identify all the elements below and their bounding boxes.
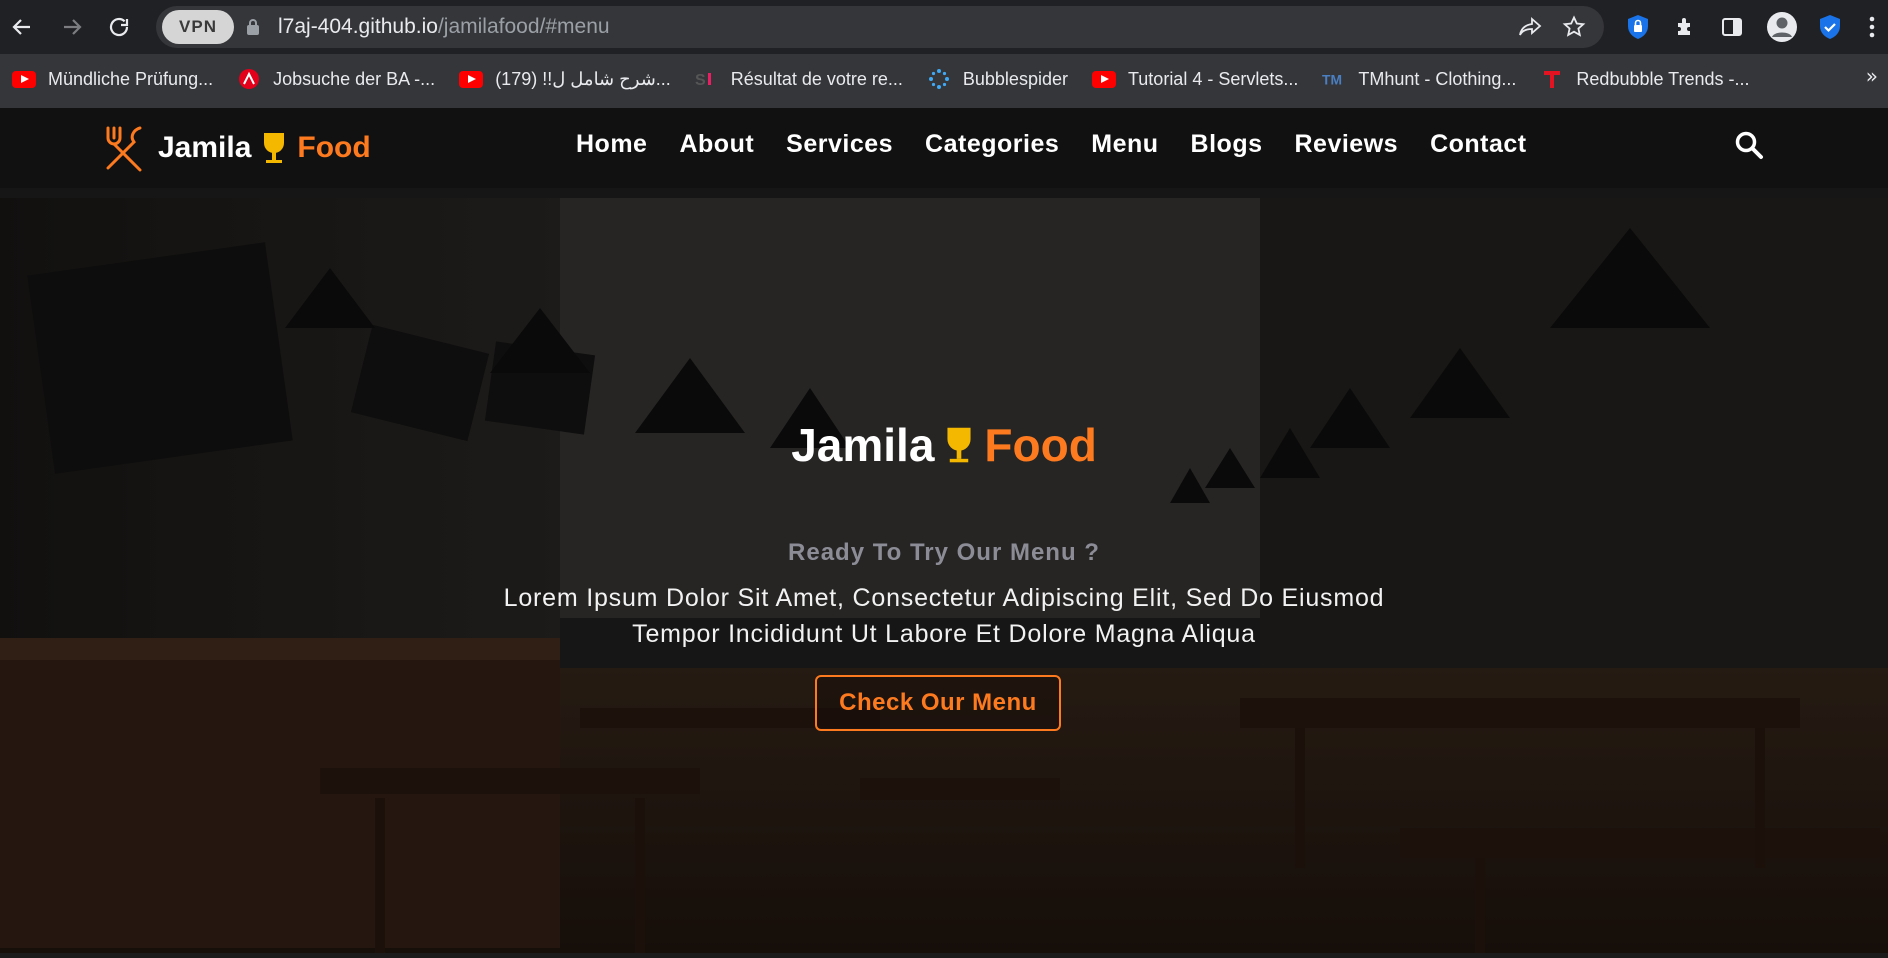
hero-description-line: Tempor Incididunt Ut Labore Et Dolore Ma… (632, 620, 1256, 648)
share-button[interactable] (1514, 11, 1546, 43)
shield-check-icon (1820, 15, 1840, 39)
bookmark-label: Résultat de votre re... (730, 68, 903, 89)
puzzle-icon (1678, 18, 1690, 35)
bookmark-item[interactable]: Bubblespider (927, 69, 1068, 90)
back-button[interactable] (6, 11, 38, 43)
profile-button[interactable] (1766, 11, 1798, 43)
bookmark-label: TMhunt - Clothing... (1358, 68, 1517, 89)
browser-menu-button[interactable] (1856, 11, 1888, 43)
hero-title: Jamila Food (0, 418, 1888, 472)
youtube-icon (1091, 70, 1116, 88)
bookmark-label: Bubblespider (962, 68, 1068, 89)
svg-text:S: S (695, 72, 706, 88)
page-bottom-edge (0, 953, 1888, 958)
address-bar[interactable]: VPN l7aj-404.github.io/jamilafood/#menu (156, 6, 1604, 48)
vpn-label: VPN (179, 17, 217, 36)
bookmark-item[interactable]: Redbubble Trends -... (1540, 68, 1750, 90)
bookmark-item[interactable]: Mündliche Prüfung... (12, 69, 213, 90)
url-text[interactable]: l7aj-404.github.io/jamilafood/#menu (278, 15, 610, 39)
reload-icon (109, 17, 129, 37)
svg-text:TM: TM (1322, 72, 1342, 88)
glass-icon (947, 427, 971, 463)
tm-icon: TM (1322, 72, 1342, 88)
shield-lock-icon (1628, 15, 1648, 39)
bookmark-item[interactable]: Tutorial 4 - Servlets... (1091, 68, 1299, 90)
bookmark-item[interactable]: (179) !!شرح شامل ل... (459, 69, 671, 90)
redbubble-icon (1544, 71, 1561, 88)
hero-title-word-primary: Jamila (791, 419, 935, 471)
bookmark-label: (179) !!شرح شامل ل... (495, 68, 671, 89)
hero-description-line: Lorem Ipsum Dolor Sit Amet, Consectetur … (503, 584, 1385, 612)
side-panel-button[interactable] (1716, 11, 1748, 43)
url-host: l7aj-404.github.io (278, 15, 438, 38)
bookmark-item[interactable]: Jobsuche der BA -... (237, 69, 435, 90)
browser-toolbar: VPN l7aj-404.github.io/jamilafood/#menu (0, 0, 1888, 54)
check-menu-button[interactable]: Check Our Menu (815, 675, 1061, 731)
hero-title-word-accent: Food (984, 419, 1097, 471)
bookmark-label: Redbubble Trends -... (1576, 68, 1750, 89)
bookmarks-bar: Mündliche Prüfung... Jobsuche der BA -..… (0, 58, 1888, 100)
security-extension-button[interactable] (1814, 11, 1846, 43)
bookmarks-overflow-button[interactable]: » (1866, 64, 1878, 88)
hero-description: Lorem Ipsum Dolor Sit Amet, Consectetur … (444, 580, 1444, 652)
vpn-extension-button[interactable] (1622, 11, 1654, 43)
vpn-button[interactable]: VPN (162, 10, 234, 44)
bookmark-label: Mündliche Prüfung... (48, 68, 214, 89)
reload-button[interactable] (103, 11, 135, 43)
browser-chrome: VPN l7aj-404.github.io/jamilafood/#menu (0, 0, 1888, 108)
forward-button[interactable] (56, 11, 88, 43)
hero-subtitle: Ready To Try Our Menu ? (788, 539, 1100, 566)
url-path: /jamilafood/#menu (437, 15, 610, 38)
extensions-button[interactable] (1670, 11, 1702, 43)
bookmark-item[interactable]: S Résultat de votre re... (695, 69, 903, 90)
lock-icon[interactable] (246, 18, 260, 36)
youtube-icon (12, 70, 36, 88)
bubblespider-icon (928, 69, 949, 89)
youtube-icon (459, 70, 484, 88)
share-icon (1519, 17, 1542, 36)
si-icon: S (695, 72, 711, 88)
bookmark-item[interactable]: TM TMhunt - Clothing... (1322, 69, 1516, 90)
kebab-menu-icon (1869, 16, 1875, 38)
forward-arrow-icon (64, 19, 82, 35)
back-arrow-icon (12, 19, 30, 35)
side-panel-icon (1722, 18, 1742, 36)
bookmark-label: Tutorial 4 - Servlets... (1127, 68, 1299, 89)
avatar-icon (1767, 12, 1797, 42)
star-icon (1562, 15, 1586, 37)
bookmark-label: Jobsuche der BA -... (273, 68, 436, 89)
web-page: Jamila Food Home About Services Categori… (0, 108, 1888, 953)
hero-section: Jamila Food Ready To Try Our Menu ? Lore… (0, 108, 1888, 953)
arbeitsagentur-icon (239, 69, 260, 89)
bookmark-star-button[interactable] (1558, 11, 1590, 43)
